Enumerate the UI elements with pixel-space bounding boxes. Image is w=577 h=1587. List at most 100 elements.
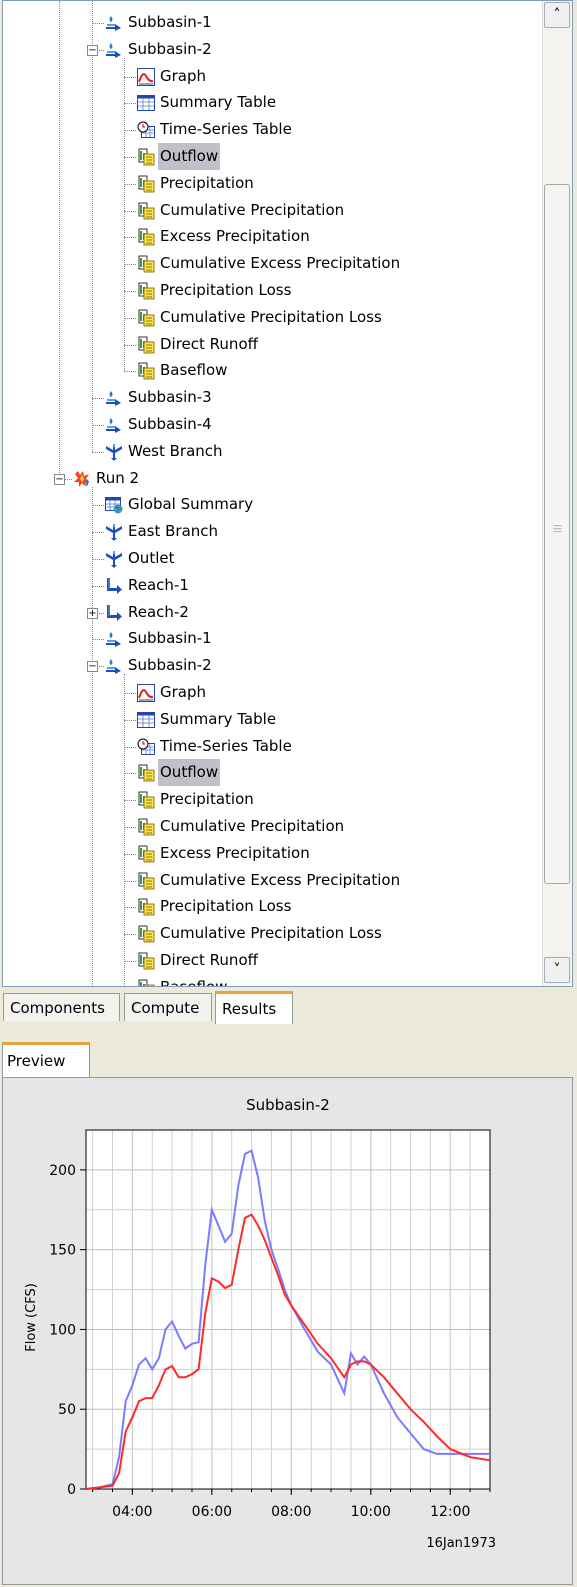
tree-item[interactable]: Time-Series Table — [3, 116, 543, 143]
expand-icon[interactable]: + — [87, 607, 98, 619]
scroll-down-button[interactable]: ˅ — [544, 957, 570, 983]
results-tree: Subbasin-1 − Subbasin-2 Graph Summary Table T… — [3, 1, 543, 987]
tree-connector — [92, 559, 104, 560]
tree-connector — [124, 130, 136, 132]
tree-connector — [124, 853, 136, 855]
tree-item-label: Direct Runoff — [160, 951, 258, 969]
result-icon — [137, 255, 155, 273]
tree-item[interactable]: Precipitation Loss — [3, 893, 543, 920]
subbasin-icon — [105, 416, 123, 434]
tree-item[interactable]: Cumulative Precipitation — [3, 197, 543, 224]
tree-item-label: Baseflow — [160, 977, 228, 987]
tree-item-label: Graph — [160, 683, 207, 701]
junction-icon — [105, 443, 123, 461]
subbasin-icon — [105, 657, 123, 675]
tree-item[interactable]: Precipitation Loss — [3, 277, 543, 304]
y-tick-label: 50 — [58, 1402, 76, 1418]
tree-item[interactable]: Graph — [3, 679, 543, 706]
tree-item-label: Subbasin-3 — [128, 388, 212, 407]
collapse-icon[interactable]: − — [87, 661, 98, 673]
tree-connector — [124, 800, 136, 802]
tab-preview[interactable]: Preview — [2, 1042, 90, 1078]
tree-item-label: Global Summary — [128, 495, 254, 514]
tree-item[interactable]: East Branch — [3, 518, 543, 545]
x-tick-label: 12:00 — [430, 1504, 470, 1520]
tree-vertical-scrollbar[interactable]: ˄ — — — ˅ — [542, 1, 572, 986]
tree-item[interactable]: Excess Precipitation — [3, 840, 543, 867]
tree-item[interactable]: Graph — [3, 63, 543, 90]
tree-item[interactable]: Cumulative Precipitation — [3, 813, 543, 840]
tree-item-label: East Branch — [128, 522, 219, 541]
result-icon — [137, 362, 155, 380]
tree-item[interactable]: Reach-1 — [3, 572, 543, 599]
tree-connector — [124, 371, 136, 373]
graph-icon — [137, 684, 155, 702]
tree-item[interactable]: Subbasin-4 — [3, 411, 543, 438]
tree-item[interactable]: Cumulative Precipitation Loss — [3, 304, 543, 331]
tree-item[interactable]: Precipitation — [3, 170, 543, 197]
tree-connector — [92, 639, 104, 641]
y-tick-label: 150 — [49, 1243, 76, 1259]
tree-item-label: Direct Runoff — [160, 334, 258, 353]
tree-item-label: Time-Series Table — [160, 120, 292, 139]
tree-item-label: Precipitation Loss — [160, 897, 292, 916]
grip-icon: — — — — [553, 521, 562, 537]
tree-item-label: Outflow — [158, 143, 221, 170]
tree-item-label: Excess Precipitation — [160, 843, 310, 862]
collapse-icon[interactable]: − — [87, 44, 98, 56]
tree-item[interactable]: Precipitation — [3, 786, 543, 813]
tree-item[interactable]: − Subbasin-2 — [3, 36, 543, 63]
tab-results[interactable]: Results — [215, 991, 293, 1024]
graph-icon — [137, 67, 155, 86]
tree-item[interactable]: Summary Table — [3, 706, 543, 733]
tree-item[interactable]: Cumulative Precipitation Loss — [3, 920, 543, 947]
tree-item[interactable]: Outflow — [3, 759, 543, 787]
result-icon — [137, 282, 155, 300]
tree-item[interactable]: Subbasin-1 — [3, 9, 543, 36]
tree-item-label: Cumulative Precipitation — [160, 817, 345, 835]
tree-item[interactable]: Cumulative Excess Precipitation — [3, 867, 543, 894]
reach-icon — [105, 604, 123, 622]
tree-item[interactable]: Direct Runoff — [3, 331, 543, 358]
reach-icon — [105, 577, 123, 595]
subbasin-icon — [105, 14, 123, 32]
chart-title: Subbasin-2 — [246, 1096, 330, 1114]
tree-item[interactable]: Subbasin-3 — [3, 384, 543, 411]
tree-item-label: Reach-2 — [128, 602, 189, 621]
result-icon — [137, 336, 155, 354]
tree-item[interactable]: − Subbasin-2 — [3, 652, 543, 679]
tree-item[interactable]: Summary Table — [3, 89, 543, 116]
tree-item[interactable]: Outlet — [3, 545, 543, 572]
tree-connector — [92, 23, 104, 24]
tree-item[interactable]: Direct Runoff — [3, 947, 543, 974]
scrollbar-thumb[interactable]: — — — — [544, 184, 570, 884]
subbasin-icon — [105, 389, 123, 407]
tree-connector — [92, 585, 104, 587]
summary-table-icon — [137, 711, 155, 729]
tree-item[interactable]: Outflow — [3, 143, 543, 170]
tree-connector — [124, 344, 136, 346]
y-axis-label: Flow (CFS) — [24, 1283, 39, 1352]
preview-panel: 0 50 100 150 200 04:00 06:00 08:00 10:00 12:00 Sub… — [2, 1077, 573, 1585]
tree-item[interactable]: Time-Series Table — [3, 733, 543, 760]
tab-components[interactable]: Components — [3, 993, 120, 1021]
tree-connector — [124, 264, 136, 266]
tree-item[interactable]: Baseflow — [3, 357, 543, 384]
x-tick-label: 06:00 — [192, 1504, 232, 1520]
tree-connector — [92, 505, 104, 507]
tree-item[interactable]: + Reach-2 — [3, 599, 543, 626]
run-icon — [73, 470, 91, 488]
tree-item[interactable]: West Branch — [3, 438, 543, 465]
tree-item[interactable]: Global Summary — [3, 491, 543, 518]
tree-item[interactable]: Baseflow — [3, 974, 543, 987]
y-tick-label: 0 — [67, 1482, 76, 1498]
tree-item[interactable]: Excess Precipitation — [3, 223, 543, 250]
collapse-icon[interactable]: − — [54, 473, 65, 485]
x-tick-label: 10:00 — [351, 1504, 391, 1520]
tree-item[interactable]: Subbasin-1 — [3, 625, 543, 652]
tree-item-label: West Branch — [128, 441, 223, 460]
tab-compute[interactable]: Compute — [124, 993, 212, 1021]
tree-item[interactable]: Cumulative Excess Precipitation — [3, 250, 543, 277]
scroll-up-button[interactable]: ˄ — [544, 2, 570, 28]
tree-item[interactable]: − Run 2 — [3, 465, 543, 492]
